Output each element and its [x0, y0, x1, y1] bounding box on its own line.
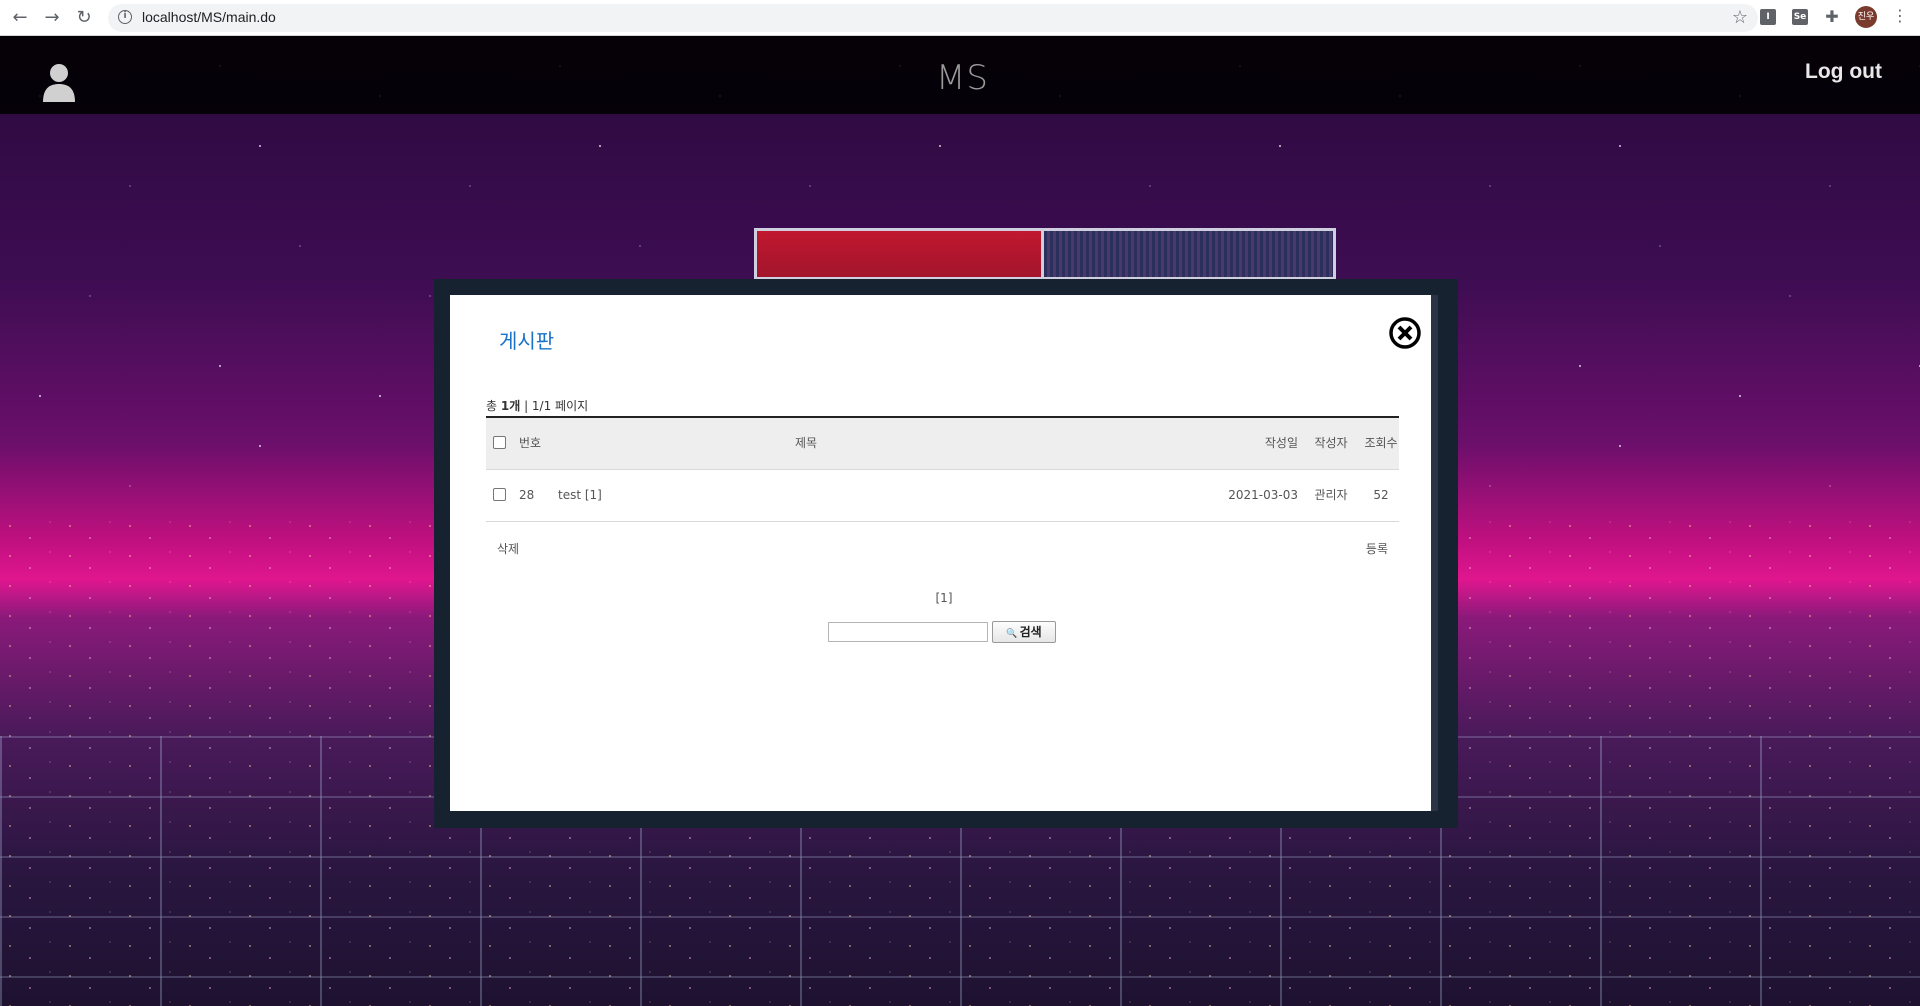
board-table: 번호 제목 작성일 작성자 조회수 28 test [1] 2021-03-03…	[486, 416, 1399, 522]
back-icon[interactable]: ←	[8, 6, 32, 30]
column-header-subject: 제목	[794, 436, 818, 450]
reload-icon[interactable]: ↻	[72, 6, 96, 30]
bookmark-star-icon[interactable]: ☆	[1732, 7, 1748, 28]
address-bar[interactable]: i localhost/MS/main.do ☆	[108, 4, 1758, 32]
user-icon[interactable]	[42, 62, 76, 102]
extensions-puzzle-icon[interactable]: ✚	[1824, 9, 1840, 25]
register-button[interactable]: 등록	[1366, 540, 1388, 557]
delete-button[interactable]: 삭제	[497, 540, 519, 557]
post-number: 28	[519, 488, 535, 502]
summary-prefix: 총	[486, 399, 501, 413]
column-header-views: 조회수	[1364, 436, 1398, 450]
post-subject-link[interactable]: test [1]	[558, 470, 602, 521]
modal-scrollbar[interactable]	[1431, 295, 1438, 811]
site-header: MS Log out	[0, 36, 1920, 114]
site-logo[interactable]: MS	[936, 58, 989, 98]
forward-icon[interactable]: →	[40, 6, 64, 30]
select-all-checkbox[interactable]	[493, 436, 506, 449]
background-image-right	[1044, 231, 1333, 277]
background-image-strip	[754, 228, 1336, 280]
page-link-1[interactable]: [1]	[936, 591, 953, 605]
site-info-icon[interactable]: i	[118, 10, 132, 24]
search-button[interactable]: 🔍 검색	[992, 621, 1056, 643]
search-button-label: 검색	[1019, 625, 1042, 639]
row-checkbox[interactable]	[493, 488, 506, 501]
browser-toolbar: ← → ↻ i localhost/MS/main.do ☆ I Se ✚ 진우…	[0, 0, 1920, 36]
browser-menu-icon[interactable]: ⋮	[1892, 6, 1908, 25]
search-input[interactable]	[828, 622, 988, 642]
column-header-author: 작성자	[1314, 436, 1348, 450]
modal-title: 게시판	[499, 329, 555, 353]
extension-icon[interactable]: I	[1760, 9, 1776, 25]
table-header: 번호 제목 작성일 작성자 조회수	[486, 418, 1399, 470]
logout-link[interactable]: Log out	[1805, 60, 1882, 84]
address-url[interactable]: localhost/MS/main.do	[142, 9, 276, 25]
search-icon: 🔍	[1006, 629, 1018, 639]
table-row: 28 test [1] 2021-03-03 관리자 52	[486, 470, 1399, 522]
background-image-left	[757, 231, 1041, 277]
pagination: [1]	[450, 591, 1438, 605]
profile-avatar[interactable]: 진우	[1855, 6, 1877, 28]
close-icon[interactable]	[1388, 316, 1422, 350]
board-modal-frame: 게시판 총 1개 | 1/1 페이지 번호 제목 작성일 작성자 조회수 28 …	[434, 279, 1458, 828]
summary-pages: | 1/1 페이지	[520, 399, 589, 413]
post-date: 2021-03-03	[1228, 488, 1298, 502]
extension-se-icon[interactable]: Se	[1792, 9, 1808, 25]
column-header-date: 작성일	[1264, 436, 1298, 450]
board-modal: 게시판 총 1개 | 1/1 페이지 번호 제목 작성일 작성자 조회수 28 …	[450, 295, 1438, 811]
post-count-summary: 총 1개 | 1/1 페이지	[486, 397, 588, 414]
column-header-no: 번호	[519, 436, 542, 450]
summary-count: 1개	[500, 399, 521, 413]
post-views: 52	[1373, 488, 1389, 502]
post-author: 관리자	[1314, 488, 1348, 502]
